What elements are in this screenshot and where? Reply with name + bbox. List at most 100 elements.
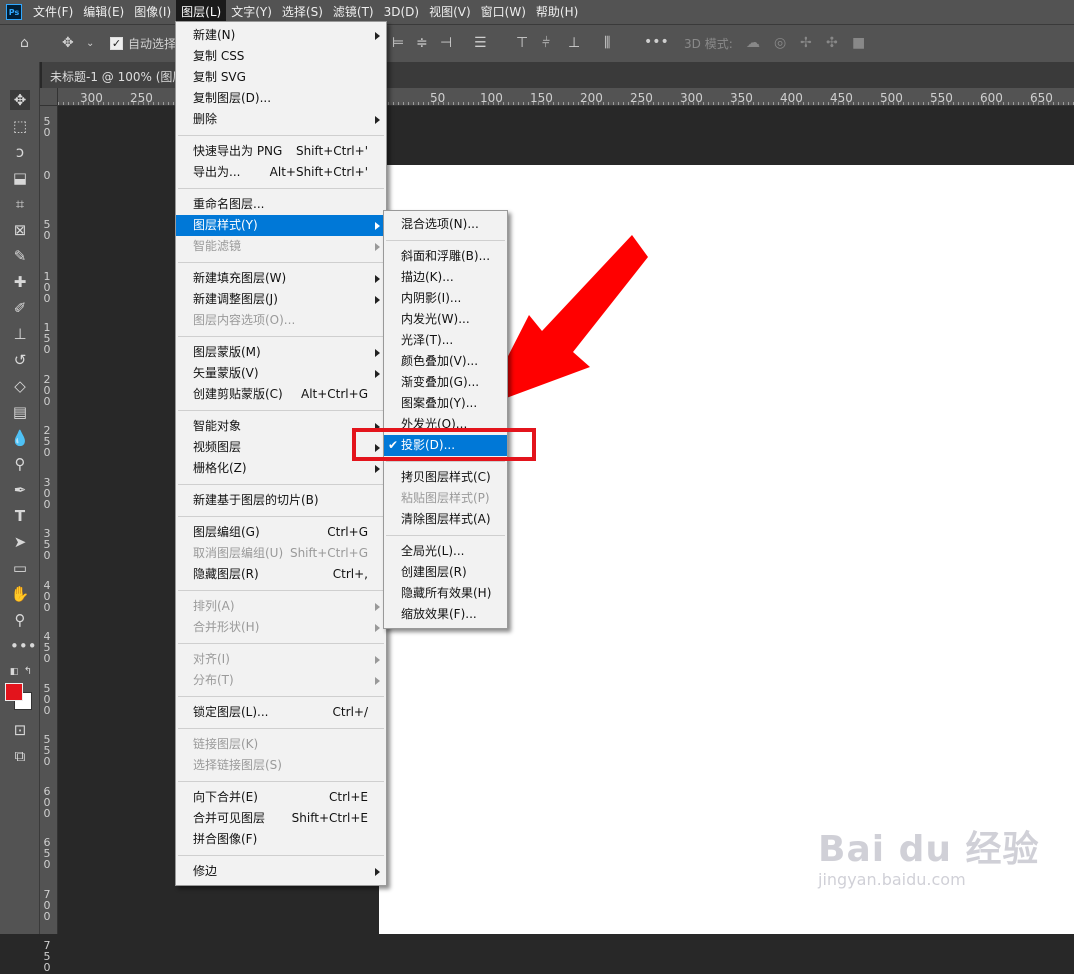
chevron-down-icon[interactable]: ⌄ xyxy=(86,37,94,51)
drag-3d-icon[interactable]: ✢ xyxy=(800,36,812,50)
layer-style-item[interactable]: 图案叠加(Y)... xyxy=(384,393,507,414)
orbit-3d-icon[interactable]: ☁ xyxy=(746,36,760,50)
layer-style-item[interactable]: 描边(K)... xyxy=(384,267,507,288)
layer-menu-item[interactable]: 新建(N) xyxy=(176,25,386,46)
layer-style-item[interactable]: 光泽(T)... xyxy=(384,330,507,351)
move-tool-icon[interactable]: ✥ xyxy=(10,90,30,110)
layer-menu-item: 链接图层(K) xyxy=(176,734,386,755)
marquee-tool-icon[interactable]: ⬚ xyxy=(10,116,30,136)
layer-menu-item[interactable]: 快速导出为 PNG Shift+Ctrl+' xyxy=(176,141,386,162)
lasso-tool-icon[interactable]: ↄ xyxy=(10,142,30,162)
menu-9[interactable]: 窗口(W) xyxy=(476,0,531,24)
layer-menu-item[interactable]: 复制 CSS xyxy=(176,46,386,67)
document-tab[interactable]: 未标题-1 @ 100% (图层 xyxy=(42,62,182,88)
layer-style-item[interactable]: 全局光(L)... xyxy=(384,541,507,562)
menu-separator xyxy=(178,590,384,591)
menu-8[interactable]: 视图(V) xyxy=(424,0,476,24)
more-options-icon[interactable]: ••• xyxy=(644,35,669,49)
menu-1[interactable]: 编辑(E) xyxy=(78,0,129,24)
layer-style-item[interactable]: 拷贝图层样式(C) xyxy=(384,467,507,488)
layer-style-item[interactable]: 混合选项(N)... xyxy=(384,214,507,235)
object-select-tool-icon[interactable]: ⬓ xyxy=(10,168,30,188)
layer-menu-item[interactable]: 新建基于图层的切片(B) xyxy=(176,490,386,511)
layer-menu-item[interactable]: 栅格化(Z) xyxy=(176,458,386,479)
move-tool-icon[interactable]: ✥ xyxy=(62,36,74,50)
menu-10[interactable]: 帮助(H) xyxy=(531,0,583,24)
roll-3d-icon[interactable]: ◎ xyxy=(774,36,786,50)
frame-tool-icon[interactable]: ⊠ xyxy=(10,220,30,240)
layer-style-item[interactable]: 颜色叠加(V)... xyxy=(384,351,507,372)
screen-mode-icon[interactable]: ⧉ xyxy=(10,746,30,766)
quick-mask-icon[interactable]: ⊡ xyxy=(10,720,30,740)
layer-style-item[interactable]: 渐变叠加(G)... xyxy=(384,372,507,393)
align-bottom-icon[interactable]: ⊥ xyxy=(568,36,580,50)
distribute-vertical-icon[interactable]: ⫼ xyxy=(604,36,610,50)
pen-tool-icon[interactable]: ✒ xyxy=(10,480,30,500)
submenu-arrow-icon xyxy=(375,656,380,664)
blur-tool-icon[interactable]: 💧 xyxy=(10,428,30,448)
menu-item-label: 斜面和浮雕(B)... xyxy=(401,249,491,263)
dodge-tool-icon[interactable]: ⚲ xyxy=(10,454,30,474)
ruler-digit: 0 xyxy=(43,589,51,603)
align-middle-icon[interactable]: ⫩ xyxy=(542,36,550,50)
layer-menu-item[interactable]: 图层样式(Y) xyxy=(176,215,386,236)
layer-style-item[interactable]: 隐藏所有效果(H) xyxy=(384,583,507,604)
layer-style-item[interactable]: 清除图层样式(A) xyxy=(384,509,507,530)
ruler-label: 650 xyxy=(1030,91,1053,105)
align-horizontal-icon[interactable]: ⊨ xyxy=(392,36,404,50)
layer-style-item[interactable]: 内阴影(I)... xyxy=(384,288,507,309)
layer-menu-item[interactable]: 复制图层(D)... xyxy=(176,88,386,109)
layer-menu-item[interactable]: 拼合图像(F) xyxy=(176,829,386,850)
layer-menu-item[interactable]: 图层蒙版(M) xyxy=(176,342,386,363)
align-center-icon[interactable]: ≑ xyxy=(416,36,428,50)
path-select-tool-icon[interactable]: ➤ xyxy=(10,532,30,552)
layer-menu-item[interactable]: 重命名图层... xyxy=(176,194,386,215)
eraser-tool-icon[interactable]: ◇ xyxy=(10,376,30,396)
layer-menu-item: 分布(T) xyxy=(176,670,386,691)
hand-tool-icon[interactable]: ✋ xyxy=(10,584,30,604)
align-right-icon[interactable]: ⊣ xyxy=(440,36,452,50)
align-top-icon[interactable]: ⊤ xyxy=(516,36,528,50)
stamp-tool-icon[interactable]: ⊥ xyxy=(10,324,30,344)
menu-2[interactable]: 图像(I) xyxy=(129,0,176,24)
layer-menu-item[interactable]: 删除 xyxy=(176,109,386,130)
slide-3d-icon[interactable]: ✣ xyxy=(826,36,838,50)
layer-style-item[interactable]: 缩放效果(F)... xyxy=(384,604,507,625)
layer-menu-item[interactable]: 图层编组(G) Ctrl+G xyxy=(176,522,386,543)
layer-menu-item[interactable]: 合并可见图层 Shift+Ctrl+E xyxy=(176,808,386,829)
layer-menu-item[interactable]: 导出为... Alt+Shift+Ctrl+' xyxy=(176,162,386,183)
video-camera-icon[interactable]: ■ xyxy=(852,36,865,50)
layer-style-item[interactable]: 内发光(W)... xyxy=(384,309,507,330)
layer-style-item[interactable]: 创建图层(R) xyxy=(384,562,507,583)
brush-tool-icon[interactable]: ✐ xyxy=(10,298,30,318)
layer-menu-item[interactable]: 复制 SVG xyxy=(176,67,386,88)
gradient-tool-icon[interactable]: ▤ xyxy=(10,402,30,422)
zoom-tool-icon[interactable]: ⚲ xyxy=(10,610,30,630)
layer-menu-item[interactable]: 锁定图层(L)... Ctrl+/ xyxy=(176,702,386,723)
layer-menu-item[interactable]: 矢量蒙版(V) xyxy=(176,363,386,384)
layer-menu-item[interactable]: 新建填充图层(W) xyxy=(176,268,386,289)
eyedropper-tool-icon[interactable]: ✎ xyxy=(10,246,30,266)
distribute-icon[interactable]: ☰ xyxy=(474,36,487,50)
auto-select-checkbox[interactable]: ✓ xyxy=(110,37,123,50)
layer-menu-item[interactable]: 创建剪贴蒙版(C) Alt+Ctrl+G xyxy=(176,384,386,405)
menu-separator xyxy=(178,336,384,337)
rectangle-tool-icon[interactable]: ▭ xyxy=(10,558,30,578)
layer-menu-item[interactable]: 修边 xyxy=(176,861,386,882)
layer-menu-item[interactable]: 新建调整图层(J) xyxy=(176,289,386,310)
options-bar: ⌂ ✥ ⌄ ✓ 自动选择 ⊨ ≑ ⊣ ☰ ⊤ ⫩ ⊥ ⫼ ••• 3D 模式: … xyxy=(0,24,1074,62)
swap-colors-icon[interactable]: ↰ xyxy=(18,662,38,682)
healing-brush-tool-icon[interactable]: ✚ xyxy=(10,272,30,292)
history-brush-tool-icon[interactable]: ↺ xyxy=(10,350,30,370)
home-icon[interactable]: ⌂ xyxy=(20,36,29,50)
crop-tool-icon[interactable]: ⌗ xyxy=(10,194,30,214)
watermark-url: jingyan.baidu.com xyxy=(818,870,966,889)
type-tool-icon[interactable]: T xyxy=(10,506,30,526)
foreground-color-swatch[interactable] xyxy=(5,683,23,701)
layer-menu-item[interactable]: 隐藏图层(R) Ctrl+, xyxy=(176,564,386,585)
layer-style-item[interactable]: 斜面和浮雕(B)... xyxy=(384,246,507,267)
ruler-label: 250 xyxy=(130,91,153,105)
edit-toolbar-icon[interactable]: ••• xyxy=(10,636,37,656)
menu-0[interactable]: 文件(F) xyxy=(28,0,78,24)
layer-menu-item[interactable]: 向下合并(E) Ctrl+E xyxy=(176,787,386,808)
